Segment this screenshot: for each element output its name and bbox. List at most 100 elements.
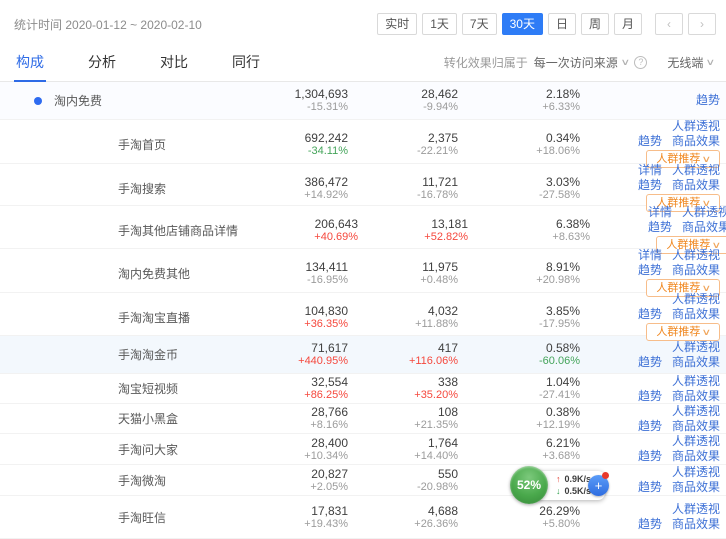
- link-商品效果[interactable]: 商品效果: [672, 135, 720, 148]
- metric-cell: 0.34%+18.06%: [458, 131, 580, 158]
- link-趋势[interactable]: 趋势: [696, 94, 720, 107]
- link-人群透视[interactable]: 人群透视: [672, 375, 720, 388]
- crowd-recommend-button[interactable]: 人群推荐∨: [646, 323, 720, 341]
- link-趋势[interactable]: 趋势: [638, 518, 662, 531]
- link-人群透视[interactable]: 人群透视: [672, 120, 720, 133]
- link-商品效果[interactable]: 商品效果: [672, 481, 720, 494]
- link-商品效果[interactable]: 商品效果: [672, 356, 720, 369]
- metric-cell: 28,462-9.94%: [348, 87, 458, 114]
- table-row: 手淘搜索386,472+14.92%11,721-16.78%3.03%-27.…: [0, 164, 726, 206]
- tab-构成[interactable]: 构成: [14, 43, 46, 81]
- progress-bubble[interactable]: 52%: [510, 466, 548, 504]
- link-商品效果[interactable]: 商品效果: [672, 518, 720, 531]
- metric-change: -27.58%: [539, 189, 580, 202]
- link-line: 趋势商品效果: [638, 450, 720, 463]
- chevron-down-icon: ∨: [706, 57, 716, 68]
- channel-name[interactable]: 手淘微淘: [0, 472, 228, 489]
- prev-page-button[interactable]: ‹: [655, 13, 683, 35]
- range-button[interactable]: 30天: [502, 13, 543, 35]
- next-page-button[interactable]: ›: [688, 13, 716, 35]
- metric-change: +20.98%: [536, 274, 580, 287]
- table-row: 天猫小黑盒28,766+8.16%108+21.35%0.38%+12.19%人…: [0, 404, 726, 434]
- range-button[interactable]: 实时: [377, 13, 417, 35]
- link-趋势[interactable]: 趋势: [638, 450, 662, 463]
- stat-time: 统计时间 2020-01-12 ~ 2020-02-10: [14, 16, 202, 33]
- metric-change: +52.82%: [424, 231, 468, 244]
- channel-name-label: 手淘首页: [118, 136, 166, 153]
- link-商品效果[interactable]: 商品效果: [672, 390, 720, 403]
- table-row: 手淘旺信17,831+19.43%4,688+26.36%26.29%+5.80…: [0, 496, 726, 539]
- tab-对比[interactable]: 对比: [158, 43, 190, 81]
- channel-name[interactable]: 手淘淘宝直播: [0, 309, 228, 326]
- link-商品效果[interactable]: 商品效果: [672, 264, 720, 277]
- tab-分析[interactable]: 分析: [86, 43, 118, 81]
- channel-name[interactable]: 淘内免费其他: [0, 265, 228, 282]
- range-button[interactable]: 7天: [462, 13, 497, 35]
- metric-change: -20.98%: [417, 481, 458, 494]
- link-人群透视[interactable]: 人群透视: [672, 405, 720, 418]
- link-line: 详情人群透视: [638, 249, 720, 262]
- link-line: 趋势商品效果: [638, 420, 720, 433]
- link-趋势[interactable]: 趋势: [638, 135, 662, 148]
- link-趋势[interactable]: 趋势: [638, 481, 662, 494]
- link-趋势[interactable]: 趋势: [638, 179, 662, 192]
- terminal-dropdown[interactable]: 无线端 ∨: [667, 54, 714, 71]
- link-详情[interactable]: 详情: [638, 164, 662, 177]
- date-range-group: 实时1天7天30天日周月 ‹›: [377, 13, 716, 35]
- metric-cell: 8.91%+20.98%: [458, 260, 580, 287]
- metric-cell: 0.38%+12.19%: [458, 405, 580, 432]
- link-趋势[interactable]: 趋势: [638, 420, 662, 433]
- down-arrow-icon: ↓: [556, 486, 561, 497]
- link-趋势[interactable]: 趋势: [638, 308, 662, 321]
- link-商品效果[interactable]: 商品效果: [672, 420, 720, 433]
- link-商品效果[interactable]: 商品效果: [672, 450, 720, 463]
- channel-name[interactable]: 手淘首页: [0, 136, 228, 153]
- link-趋势[interactable]: 趋势: [638, 390, 662, 403]
- link-详情[interactable]: 详情: [648, 206, 672, 219]
- attribution-dropdown[interactable]: 每一次访问来源 ∨: [534, 54, 629, 71]
- chevron-down-icon: ∨: [712, 238, 722, 252]
- metric-change: +11.88%: [415, 318, 458, 331]
- channel-name[interactable]: 手淘搜索: [0, 180, 228, 197]
- link-line: 趋势商品效果: [638, 481, 720, 494]
- action-links: 人群透视趋势商品效果: [580, 435, 720, 463]
- link-人群透视[interactable]: 人群透视: [672, 341, 720, 354]
- range-button[interactable]: 周: [581, 13, 609, 35]
- link-人群透视[interactable]: 人群透视: [672, 164, 720, 177]
- link-line: 人群透视: [672, 466, 720, 479]
- link-趋势[interactable]: 趋势: [638, 264, 662, 277]
- range-button[interactable]: 1天: [422, 13, 457, 35]
- metric-cell: 134,411-16.95%: [228, 260, 348, 287]
- channel-name[interactable]: 手淘淘金币: [0, 346, 228, 363]
- action-links: 详情人群透视趋势商品效果人群推荐∨: [580, 249, 720, 297]
- link-line: 趋势: [696, 94, 720, 107]
- link-line: 趋势商品效果: [638, 518, 720, 531]
- metric-change: -16.78%: [417, 189, 458, 202]
- channel-name[interactable]: 手淘旺信: [0, 509, 228, 526]
- stat-time-range: 2020-01-12 ~ 2020-02-10: [65, 18, 201, 32]
- metric-value: 4,032: [428, 304, 458, 318]
- link-人群透视[interactable]: 人群透视: [672, 435, 720, 448]
- channel-name[interactable]: 手淘问大家: [0, 441, 228, 458]
- link-趋势[interactable]: 趋势: [648, 221, 672, 234]
- link-人群透视[interactable]: 人群透视: [672, 466, 720, 479]
- link-商品效果[interactable]: 商品效果: [672, 308, 720, 321]
- metric-cell: 1.04%-27.41%: [458, 375, 580, 402]
- link-趋势[interactable]: 趋势: [638, 356, 662, 369]
- channel-name-label: 天猫小黑盒: [118, 410, 178, 427]
- channel-name[interactable]: 手淘其他店铺商品详情: [0, 222, 238, 239]
- link-商品效果[interactable]: 商品效果: [672, 179, 720, 192]
- channel-name[interactable]: 天猫小黑盒: [0, 410, 228, 427]
- link-人群透视[interactable]: 人群透视: [672, 503, 720, 516]
- channel-name[interactable]: 淘宝短视频: [0, 380, 228, 397]
- metric-change: +5.80%: [542, 518, 580, 531]
- link-详情[interactable]: 详情: [638, 249, 662, 262]
- link-人群透视[interactable]: 人群透视: [672, 293, 720, 306]
- link-商品效果[interactable]: 商品效果: [682, 221, 726, 234]
- range-button[interactable]: 日: [548, 13, 576, 35]
- channel-name[interactable]: 淘内免费: [0, 92, 228, 109]
- metric-value: 2,375: [428, 131, 458, 145]
- help-icon[interactable]: ?: [634, 56, 647, 69]
- tab-同行[interactable]: 同行: [230, 43, 262, 81]
- range-button[interactable]: 月: [614, 13, 642, 35]
